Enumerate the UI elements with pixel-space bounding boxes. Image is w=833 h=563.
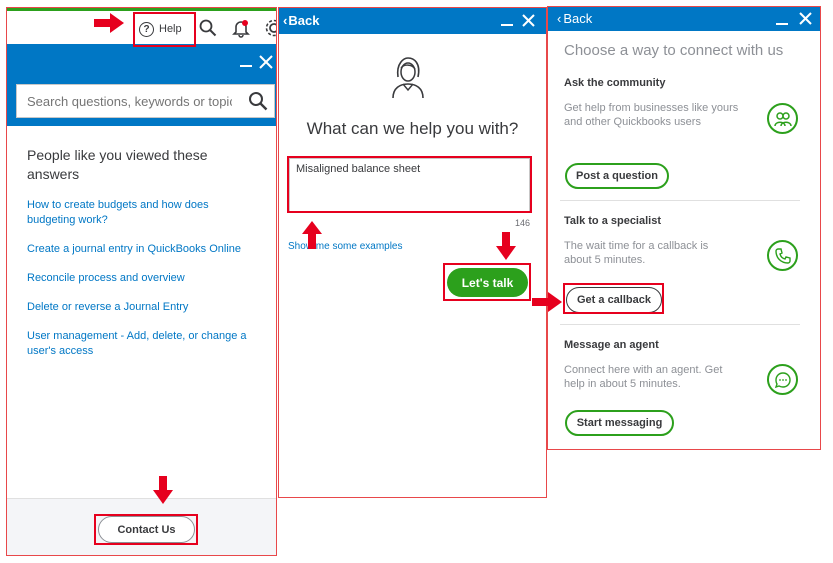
agent-avatar-icon: [390, 55, 426, 99]
notification-bell-icon[interactable]: [232, 18, 250, 38]
annotation-box-contact: [94, 514, 198, 545]
chevron-left-icon: ‹: [283, 13, 288, 28]
back-label: Back: [288, 13, 320, 28]
connect-panel-header: ‹ Back: [548, 7, 820, 31]
arrow-down-icon: [153, 476, 173, 504]
answer-link[interactable]: User management - Add, delete, or change…: [27, 329, 262, 359]
annotation-box-textarea: [287, 156, 532, 213]
specialist-section-title: Talk to a specialist: [564, 215, 662, 227]
chevron-left-icon: ‹: [557, 11, 562, 26]
connect-title: Choose a way to connect with us: [564, 42, 784, 59]
arrow-up-icon: [302, 221, 322, 249]
brand-strip: [7, 8, 276, 11]
section-divider: [560, 324, 800, 325]
search-icon[interactable]: [199, 19, 217, 37]
community-section-desc: Get help from businesses like yours and …: [564, 102, 739, 128]
agent-section-desc: Connect here with an agent. Get help in …: [564, 364, 723, 390]
recommended-answers-title: People like you viewed these answers: [27, 147, 208, 182]
annotation-box-callback: [563, 283, 664, 314]
close-icon[interactable]: [522, 14, 535, 27]
answer-link[interactable]: Reconcile process and overview: [27, 271, 257, 286]
char-counter: 146: [514, 218, 530, 228]
arrow-down-icon: [496, 232, 516, 260]
search-field[interactable]: [16, 84, 275, 118]
answer-link[interactable]: How to create budgets and how does budge…: [27, 198, 227, 228]
close-icon[interactable]: [799, 12, 812, 25]
arrow-right-icon: [94, 13, 124, 33]
answer-link[interactable]: Create a journal entry in QuickBooks Onl…: [27, 242, 257, 257]
question-panel-header: ‹ Back: [279, 8, 546, 34]
chat-icon: [767, 364, 798, 395]
phone-icon: [767, 240, 798, 271]
specialist-section-desc: The wait time for a callback is about 5 …: [564, 240, 709, 266]
agent-section-title: Message an agent: [564, 339, 659, 351]
answer-link[interactable]: Delete or reverse a Journal Entry: [27, 300, 257, 315]
question-title: What can we help you with?: [306, 119, 519, 138]
arrow-right-icon: [532, 292, 562, 312]
start-messaging-button[interactable]: Start messaging: [565, 410, 674, 436]
community-section-title: Ask the community: [564, 77, 666, 89]
search-icon[interactable]: [248, 91, 268, 111]
minimize-icon[interactable]: [776, 13, 788, 25]
minimize-icon[interactable]: [501, 14, 513, 26]
gear-icon[interactable]: [264, 18, 276, 38]
back-button[interactable]: ‹ Back: [283, 13, 319, 28]
section-divider: [560, 200, 800, 201]
search-input[interactable]: [17, 85, 232, 117]
post-question-button[interactable]: Post a question: [565, 163, 669, 189]
back-button[interactable]: ‹ Back: [557, 11, 592, 26]
community-icon: [767, 103, 798, 134]
back-label: Back: [563, 11, 593, 26]
close-icon[interactable]: [259, 55, 273, 69]
minimize-icon[interactable]: [240, 55, 252, 67]
annotation-box-lets-talk: [443, 263, 531, 301]
annotation-box-help: [133, 12, 196, 47]
